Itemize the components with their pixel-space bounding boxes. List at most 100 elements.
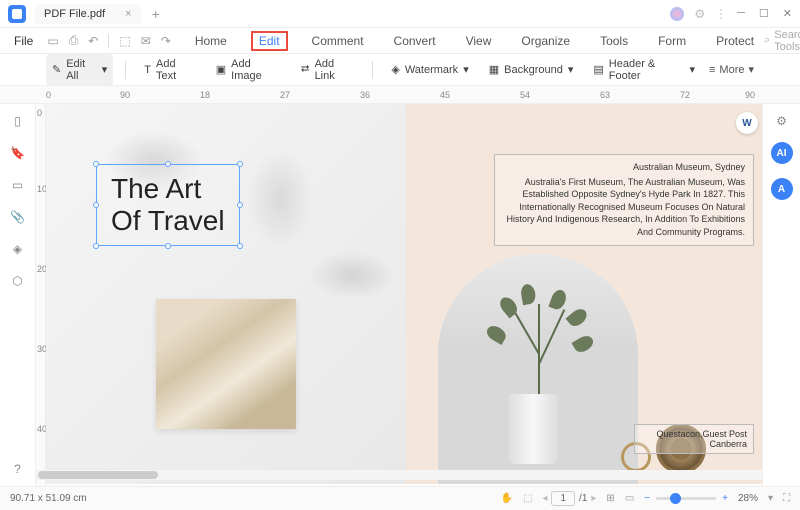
tab-form[interactable]: Form <box>652 31 692 51</box>
save-icon[interactable]: ▭ <box>47 34 58 48</box>
resize-handle[interactable] <box>165 243 171 249</box>
add-link-button[interactable]: ⮂ Add Link <box>295 54 361 86</box>
info2-title: Questacon,Guest Post <box>641 429 747 439</box>
tab-view[interactable]: View <box>460 31 498 51</box>
thumbnails-icon[interactable]: ▯ <box>14 114 21 128</box>
ruler-tick: 90 <box>120 90 130 100</box>
add-image-button[interactable]: ▣ Add Image <box>210 54 287 86</box>
export-icon[interactable]: ⬚ <box>119 34 130 48</box>
info-text-box-2[interactable]: Questacon,Guest Post Canberra <box>634 424 754 454</box>
minimize-button[interactable]: ─ <box>737 7 745 20</box>
ruler-tick: 18 <box>200 90 210 100</box>
fit-page-icon[interactable]: ▭ <box>625 493 634 504</box>
title-text[interactable]: The Art Of Travel <box>111 173 225 237</box>
help-icon[interactable]: ? <box>14 462 21 476</box>
chevron-down-icon: ▾ <box>463 63 469 76</box>
next-page-icon[interactable]: ▸ <box>591 493 596 504</box>
resize-handle[interactable] <box>237 243 243 249</box>
file-menu[interactable]: File <box>10 32 37 50</box>
print-icon[interactable]: ⎙ <box>69 33 79 48</box>
share-icon[interactable]: ✉ <box>141 34 151 48</box>
tab-edit[interactable]: Edit <box>251 31 288 51</box>
header-footer-button[interactable]: ▤ Header & Footer ▾ <box>587 54 701 86</box>
redo-icon[interactable]: ↷ <box>161 34 171 48</box>
selected-text-box[interactable]: The Art Of Travel <box>96 164 240 246</box>
info2-body: Canberra <box>641 439 747 449</box>
gift-icon[interactable]: ⚙ <box>694 7 705 21</box>
properties-icon[interactable]: ⚙ <box>776 114 787 128</box>
attachment-icon[interactable]: 📎 <box>10 210 25 224</box>
hamburger-icon: ≡ <box>709 64 715 76</box>
sparkle-icon[interactable] <box>670 7 684 21</box>
edit-all-button[interactable]: ✎ Edit All ▾ <box>46 54 113 86</box>
add-text-button[interactable]: T Add Text <box>138 54 201 86</box>
search-tools-input[interactable]: Search Tools <box>774 29 800 53</box>
layers-icon[interactable]: ◈ <box>13 242 22 256</box>
vase-illustration <box>508 394 558 464</box>
select-tool-icon[interactable]: ⬚ <box>523 493 532 504</box>
watermark-label: Watermark <box>405 64 458 76</box>
watermark-icon: ◈ <box>391 63 399 76</box>
chevron-down-icon: ▾ <box>568 63 574 76</box>
image-icon: ▣ <box>216 63 226 76</box>
text-icon: T <box>144 64 151 76</box>
watermark-button[interactable]: ◈ Watermark ▾ <box>385 59 474 80</box>
tab-organize[interactable]: Organize <box>515 31 576 51</box>
horizontal-scrollbar[interactable] <box>36 470 762 480</box>
zoom-slider-thumb[interactable] <box>670 493 681 504</box>
info-text-box-1[interactable]: Australian Museum, Sydney Australia's Fi… <box>494 154 754 246</box>
tab-convert[interactable]: Convert <box>388 31 442 51</box>
chevron-down-icon[interactable]: ▾ <box>768 493 773 504</box>
resize-handle[interactable] <box>93 202 99 208</box>
fit-width-icon[interactable]: ⊞ <box>606 493 614 504</box>
settings-icon[interactable]: ⬡ <box>12 274 22 288</box>
resize-handle[interactable] <box>165 161 171 167</box>
resize-handle[interactable] <box>93 243 99 249</box>
ai-label: AI <box>777 148 787 159</box>
arch-image[interactable] <box>438 254 638 484</box>
hand-tool-icon[interactable]: ✋ <box>501 493 513 504</box>
zoom-out-icon[interactable]: − <box>644 493 650 504</box>
horizontal-ruler: 0 90 18 27 36 45 54 63 72 90 <box>0 86 800 104</box>
ai-button[interactable]: AI <box>771 142 793 164</box>
document-canvas[interactable]: The Art Of Travel W Australian Museum, S… <box>46 104 762 486</box>
maximize-button[interactable]: ☐ <box>759 7 769 20</box>
chevron-down-icon: ▾ <box>102 63 108 76</box>
tab-comment[interactable]: Comment <box>306 31 370 51</box>
document-tab[interactable]: PDF File.pdf × <box>34 4 142 24</box>
scrollbar-thumb[interactable] <box>38 471 158 479</box>
tab-protect[interactable]: Protect <box>710 31 760 51</box>
resize-handle[interactable] <box>237 161 243 167</box>
undo-icon[interactable]: ↶ <box>88 34 98 48</box>
tab-tools[interactable]: Tools <box>594 31 634 51</box>
tab-home[interactable]: Home <box>189 31 233 51</box>
comment-icon[interactable]: ▭ <box>12 178 23 192</box>
app-icon <box>8 5 26 23</box>
accessibility-button[interactable]: A <box>771 178 793 200</box>
bookmark-icon[interactable]: 🔖 <box>10 146 25 160</box>
resize-handle[interactable] <box>237 202 243 208</box>
close-button[interactable]: ✕ <box>783 7 792 20</box>
ruler-tick: 63 <box>600 90 610 100</box>
zoom-level[interactable]: 28% <box>738 493 758 504</box>
resize-handle[interactable] <box>93 161 99 167</box>
add-link-label: Add Link <box>315 58 355 82</box>
chevron-down-icon: ▾ <box>748 63 754 76</box>
close-tab-icon[interactable]: × <box>125 8 131 20</box>
zoom-in-icon[interactable]: + <box>722 493 728 504</box>
ruler-tick: 27 <box>280 90 290 100</box>
fullscreen-icon[interactable]: ⛶ <box>783 493 790 504</box>
add-tab-button[interactable]: + <box>152 6 160 22</box>
ruler-tick: 36 <box>360 90 370 100</box>
ruler-tick: 0 <box>46 90 51 100</box>
background-label: Background <box>504 64 563 76</box>
background-button[interactable]: ▦ Background ▾ <box>483 59 580 80</box>
prev-page-icon[interactable]: ◂ <box>542 493 547 504</box>
word-export-badge[interactable]: W <box>736 112 758 134</box>
more-button[interactable]: ≡ More ▾ <box>709 63 754 76</box>
embedded-image[interactable] <box>156 299 296 429</box>
zoom-slider[interactable] <box>656 497 716 500</box>
plant-illustration <box>478 284 598 404</box>
kebab-icon[interactable]: ⋮ <box>715 7 727 21</box>
info-body: Australia's First Museum, The Australian… <box>503 176 745 239</box>
